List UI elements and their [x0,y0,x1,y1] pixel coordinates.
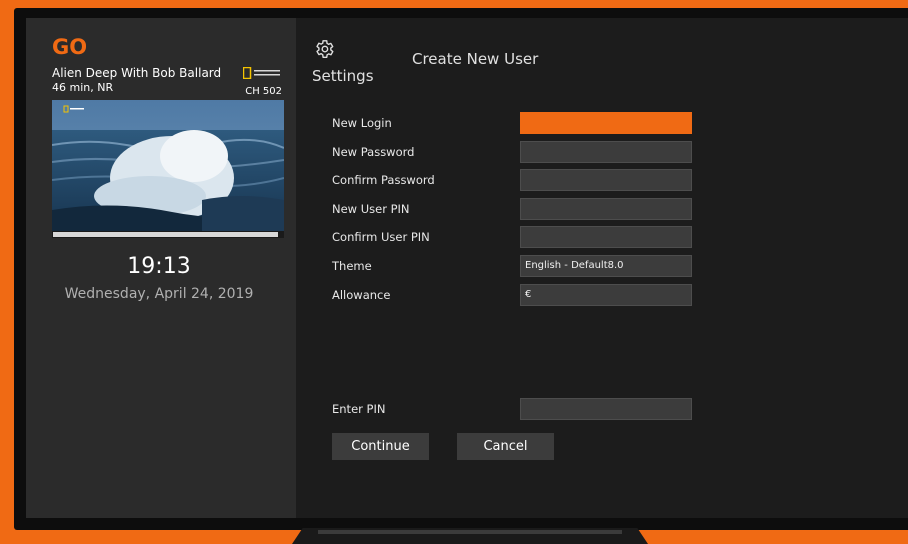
settings-label: Settings [312,67,374,85]
video-preview[interactable] [52,100,284,231]
theme-select[interactable]: English - Default8.0 [520,255,692,277]
enter-pin-label: Enter PIN [332,402,386,416]
tv-stand-base [318,530,622,534]
continue-button[interactable]: Continue [332,433,429,460]
current-date: Wednesday, April 24, 2019 [64,286,254,302]
current-time: 19:13 [127,254,191,279]
gear-icon [316,40,334,58]
playback-progress-bar [52,231,284,238]
allowance-label: Allowance [332,288,391,302]
cancel-button[interactable]: Cancel [457,433,554,460]
new-password-label: New Password [332,145,415,159]
new-user-pin-label: New User PIN [332,202,410,216]
channel-number: CH 502 [245,86,282,97]
theme-label: Theme [332,259,372,273]
program-meta: 46 min, NR [52,81,114,94]
tv-screen: GO Alien Deep With Bob Ballard 46 min, N… [26,18,908,518]
new-login-field[interactable] [520,112,692,134]
go-logo: GO [52,35,87,57]
program-title: Alien Deep With Bob Ballard [52,66,222,80]
new-password-field[interactable] [520,141,692,163]
new-login-label: New Login [332,116,392,130]
confirm-password-label: Confirm Password [332,173,435,187]
new-user-pin-field[interactable] [520,198,692,220]
go-logo-text: GO [52,35,87,57]
now-playing-panel: GO Alien Deep With Bob Ballard 46 min, N… [26,18,296,518]
confirm-password-field[interactable] [520,169,692,191]
form-title: Create New User [412,50,539,68]
ocean-wave-image [52,100,284,231]
national-geographic-logo [243,67,280,79]
confirm-user-pin-label: Confirm User PIN [332,230,430,244]
playback-progress-fill [53,232,279,237]
allowance-field[interactable]: € [520,284,692,306]
enter-pin-field[interactable] [520,398,692,420]
confirm-user-pin-field[interactable] [520,226,692,248]
